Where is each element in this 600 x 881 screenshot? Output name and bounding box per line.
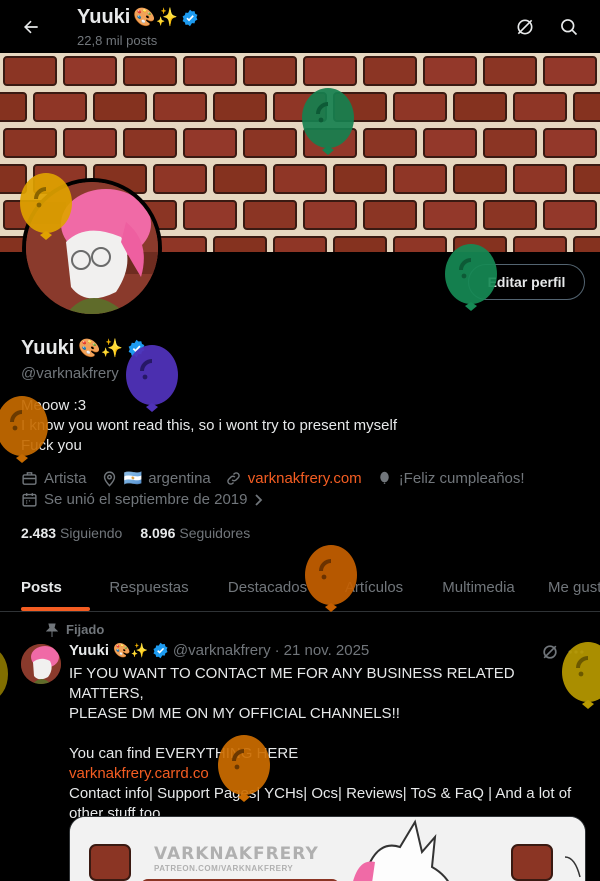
profile-website-link[interactable]: varknakfrery.com bbox=[248, 470, 362, 487]
tweet-media-image bbox=[70, 817, 585, 881]
tweet-avatar[interactable] bbox=[21, 644, 61, 684]
profile-name-emoji: 🎨✨ bbox=[78, 338, 124, 358]
balloon-icon bbox=[305, 545, 357, 612]
balloon-icon bbox=[562, 642, 600, 709]
tweet-avatar-image bbox=[21, 644, 61, 684]
tab-label: Posts bbox=[21, 578, 62, 596]
tab-posts[interactable]: Posts bbox=[21, 563, 90, 611]
profile-meta: Artista 🇦🇷 argentina varknakfrery.com ¡F… bbox=[21, 469, 525, 487]
top-bar: Yuuki 🎨✨ 22,8 mil posts bbox=[0, 0, 600, 53]
header-name: Yuuki bbox=[77, 6, 131, 28]
tab-media[interactable]: Multimedia bbox=[421, 563, 536, 611]
tweet-date[interactable]: 21 nov. 2025 bbox=[284, 642, 370, 659]
header-title: Yuuki 🎨✨ bbox=[77, 6, 199, 29]
search-button[interactable] bbox=[552, 10, 586, 44]
location-pin-icon bbox=[103, 470, 115, 487]
tab-label: Multimedia bbox=[442, 578, 515, 596]
grok-icon bbox=[543, 645, 557, 659]
media-title-text: VARKNAKFRERY bbox=[154, 844, 319, 864]
location-flag: 🇦🇷 bbox=[123, 470, 143, 487]
grok-explain-button[interactable] bbox=[540, 642, 562, 664]
balloon-icon bbox=[218, 735, 270, 802]
grok-button[interactable] bbox=[508, 10, 542, 44]
tab-replies[interactable]: Respuestas bbox=[90, 563, 208, 611]
tab-likes[interactable]: Me gusta bbox=[536, 563, 600, 611]
following-label: Siguiendo bbox=[60, 525, 123, 541]
following-link[interactable]: 2.483 Siguiendo bbox=[21, 525, 122, 541]
profile-location: argentina bbox=[148, 469, 211, 487]
following-count: 2.483 bbox=[21, 525, 57, 541]
profile-tabs: Posts Respuestas Destacados Artículos Mu… bbox=[0, 563, 600, 612]
verified-badge-icon bbox=[182, 9, 198, 26]
balloon-icon bbox=[0, 652, 8, 696]
tweet-header: Yuuki 🎨✨ @varknakfrery · 21 nov. 2025 bbox=[69, 642, 369, 659]
header-emoji: 🎨✨ bbox=[133, 7, 179, 27]
grok-icon bbox=[517, 19, 533, 35]
tweet-line: Contact info| Support Pages| YCHs| Ocs| … bbox=[69, 785, 572, 802]
tweet-line: IF YOU WANT TO CONTACT ME FOR ANY BUSINE… bbox=[69, 665, 515, 702]
tweet-text: IF YOU WANT TO CONTACT ME FOR ANY BUSINE… bbox=[69, 664, 579, 824]
tweet-separator: · bbox=[274, 642, 280, 659]
profile-joined-text: Se unió el septiembre de 2019 bbox=[44, 491, 248, 508]
back-button[interactable] bbox=[14, 10, 48, 44]
profile-bio: Meoow :3 I know you wont read this, so i… bbox=[21, 396, 397, 456]
tweet-author-emoji: 🎨✨ bbox=[113, 642, 148, 658]
pin-icon bbox=[46, 623, 58, 637]
search-icon bbox=[561, 19, 578, 36]
tweet-line bbox=[69, 724, 579, 744]
balloon-icon bbox=[0, 396, 48, 463]
verified-badge-icon bbox=[153, 642, 168, 659]
calendar-icon bbox=[22, 493, 37, 507]
followers-link[interactable]: 8.096 Seguidores bbox=[140, 525, 250, 541]
bio-line: I know you wont read this, so i wont try… bbox=[21, 417, 397, 434]
link-icon bbox=[226, 471, 240, 485]
balloon-icon bbox=[379, 471, 389, 484]
follow-stats: 2.483 Siguiendo 8.096 Seguidores bbox=[21, 525, 250, 541]
balloon-icon bbox=[302, 88, 354, 155]
posts-count: 22,8 mil posts bbox=[77, 33, 158, 48]
profile-joined[interactable]: Se unió el septiembre de 2019 bbox=[21, 491, 265, 508]
tweet-link[interactable]: varknakfrery.carrd.co bbox=[69, 764, 579, 784]
balloon-icon bbox=[126, 345, 178, 412]
chevron-right-icon bbox=[255, 493, 263, 506]
tweet-author-name[interactable]: Yuuki bbox=[69, 642, 109, 659]
bio-line: Meoow :3 bbox=[21, 397, 87, 414]
bio-line: Fuck you bbox=[21, 437, 82, 454]
pinned-label: Fijado bbox=[46, 622, 104, 637]
tab-label: Destacados bbox=[227, 578, 308, 596]
balloon-icon bbox=[445, 244, 497, 311]
tweet-media[interactable]: VARKNAKFRERY PATREON.COM/VARKNAKFRERY bbox=[69, 816, 586, 881]
profile-name-text: Yuuki bbox=[21, 337, 75, 359]
briefcase-icon bbox=[22, 471, 37, 485]
followers-count: 8.096 bbox=[140, 525, 176, 541]
profile-handle: @varknakfrery bbox=[21, 365, 119, 382]
media-subtitle-text: PATREON.COM/VARKNAKFRERY bbox=[154, 864, 294, 873]
tab-active-indicator bbox=[21, 607, 90, 611]
followers-label: Seguidores bbox=[179, 525, 251, 541]
tab-label: Me gusta bbox=[548, 578, 600, 596]
profile-birthday: ¡Feliz cumpleaños! bbox=[398, 469, 525, 487]
tweet-line: You can find EVERYTHING HERE bbox=[69, 745, 299, 762]
back-arrow-icon bbox=[24, 20, 38, 34]
tab-label: Respuestas bbox=[109, 578, 189, 596]
profile-category: Artista bbox=[44, 469, 87, 487]
pinned-text: Fijado bbox=[66, 622, 105, 637]
balloon-icon bbox=[20, 173, 72, 240]
tweet-author-handle[interactable]: @varknakfrery bbox=[173, 642, 271, 659]
tweet-line: PLEASE DM ME ON MY OFFICIAL CHANNELS!! bbox=[69, 705, 400, 722]
